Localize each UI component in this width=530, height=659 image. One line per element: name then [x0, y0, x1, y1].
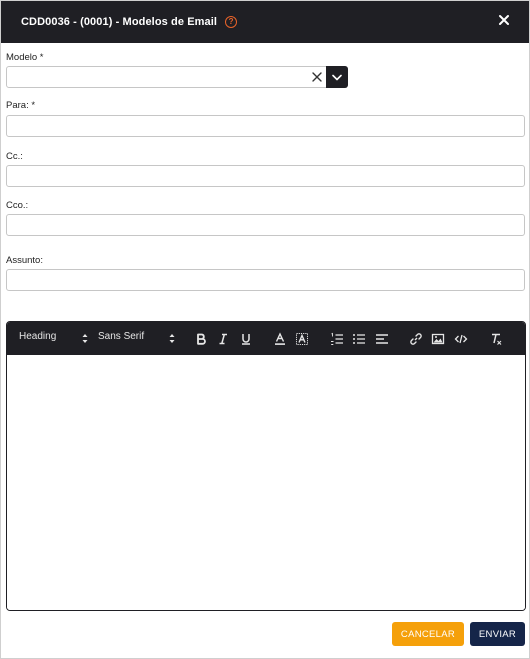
cancel-button[interactable]: CANCELAR [392, 622, 464, 646]
dialog-header: CDD0036 - (0001) - Modelos de Email ? [1, 1, 529, 43]
assunto-input[interactable] [6, 269, 525, 291]
image-icon[interactable] [431, 332, 445, 346]
link-icon[interactable] [409, 332, 423, 346]
cco-label: Cco.: [6, 200, 29, 211]
cc-label: Cc.: [6, 151, 23, 162]
cco-input[interactable] [6, 214, 525, 236]
bold-icon[interactable] [194, 332, 208, 346]
modelo-label: Modelo * [6, 52, 44, 63]
editor-content-area[interactable] [7, 355, 525, 610]
font-select[interactable]: Sans Serif [98, 331, 144, 342]
clear-formatting-icon[interactable] [489, 332, 503, 346]
font-color-icon[interactable] [273, 332, 287, 346]
background-color-icon[interactable] [295, 332, 309, 346]
para-label: Para: * [6, 100, 36, 111]
help-icon[interactable]: ? [225, 16, 238, 28]
cc-input[interactable] [6, 165, 525, 187]
assunto-label: Assunto: [6, 255, 43, 266]
code-icon[interactable] [454, 332, 468, 346]
bullet-list-icon[interactable] [352, 332, 366, 346]
updown-arrows-icon [82, 334, 88, 343]
align-left-icon[interactable] [375, 332, 389, 346]
underline-icon[interactable] [239, 332, 253, 346]
editor-toolbar: Heading Sans Serif [7, 322, 525, 355]
email-template-dialog: CDD0036 - (0001) - Modelos de Email ? Mo… [0, 0, 530, 659]
send-button[interactable]: ENVIAR [470, 622, 525, 646]
updown-arrows-icon [169, 334, 175, 343]
clear-icon[interactable] [311, 71, 323, 83]
close-icon[interactable] [497, 13, 511, 27]
italic-icon[interactable] [216, 332, 230, 346]
dialog-title: CDD0036 - (0001) - Modelos de Email [21, 16, 218, 28]
para-input[interactable] [6, 115, 525, 137]
heading-select[interactable]: Heading [19, 331, 56, 342]
rich-text-editor: Heading Sans Serif [6, 321, 526, 611]
chevron-down-icon [332, 74, 342, 80]
modelo-select[interactable] [6, 66, 348, 88]
dropdown-toggle-button[interactable] [326, 66, 348, 88]
ordered-list-icon[interactable] [330, 332, 344, 346]
